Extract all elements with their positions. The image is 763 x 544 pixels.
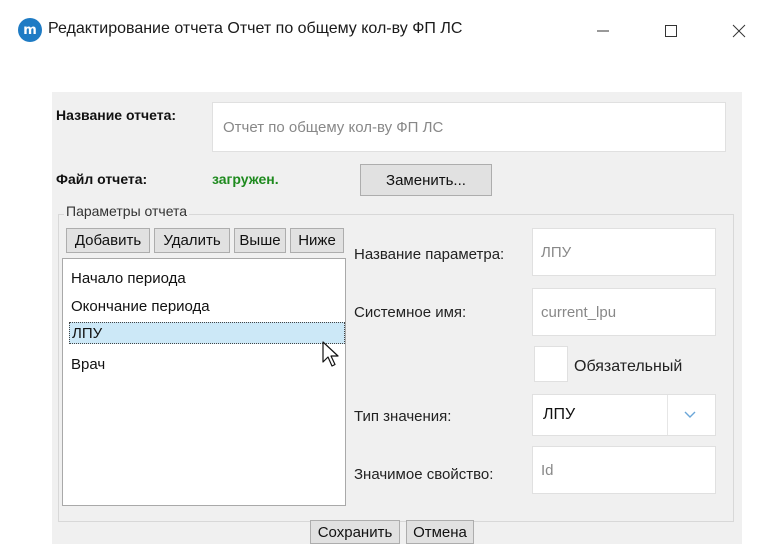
chevron-down-icon xyxy=(684,411,696,418)
list-item-selected[interactable]: ЛПУ xyxy=(69,322,345,344)
value-type-selected: ЛПУ xyxy=(543,406,576,423)
key-property-label: Значимое свойство: xyxy=(354,466,494,483)
move-up-button[interactable]: Выше xyxy=(234,228,286,253)
required-checkbox[interactable] xyxy=(534,346,568,382)
report-name-label: Название отчета: xyxy=(56,107,177,123)
list-item[interactable]: Окончание периода xyxy=(69,295,345,317)
close-icon xyxy=(732,24,746,38)
required-label: Обязательный xyxy=(574,358,683,375)
key-property-input[interactable]: Id xyxy=(532,446,716,494)
report-file-label: Файл отчета: xyxy=(56,171,148,187)
report-name-input[interactable]: Отчет по общему кол-ву ФП ЛС xyxy=(212,102,726,152)
parameters-group-title: Параметры отчета xyxy=(64,203,190,219)
delete-parameter-button[interactable]: Удалить xyxy=(154,228,230,253)
param-name-input[interactable]: ЛПУ xyxy=(532,228,716,276)
add-parameter-button[interactable]: Добавить xyxy=(66,228,150,253)
save-button[interactable]: Сохранить xyxy=(310,520,400,544)
app-logo-icon: m xyxy=(18,18,42,42)
param-name-label: Название параметра: xyxy=(354,246,505,263)
system-name-label: Системное имя: xyxy=(354,304,467,321)
maximize-icon xyxy=(665,25,677,37)
file-status-text: загружен. xyxy=(212,171,279,187)
minimize-icon xyxy=(597,30,609,32)
replace-file-button[interactable]: Заменить... xyxy=(360,164,492,196)
close-button[interactable] xyxy=(716,14,762,48)
list-item[interactable]: Начало периода xyxy=(69,267,345,289)
mouse-cursor-icon xyxy=(322,341,339,367)
window-title: Редактирование отчета Отчет по общему ко… xyxy=(48,20,463,37)
value-type-select[interactable]: ЛПУ xyxy=(532,394,716,436)
value-type-label: Тип значения: xyxy=(354,408,452,425)
system-name-input[interactable]: current_lpu xyxy=(532,288,716,336)
move-down-button[interactable]: Ниже xyxy=(290,228,344,253)
maximize-button[interactable] xyxy=(648,14,694,48)
minimize-button[interactable] xyxy=(580,14,626,48)
list-item[interactable]: Врач xyxy=(69,353,345,375)
cancel-button[interactable]: Отмена xyxy=(406,520,474,544)
parameter-list[interactable]: Начало периода Окончание периода ЛПУ Вра… xyxy=(62,258,346,506)
select-divider xyxy=(667,395,668,435)
